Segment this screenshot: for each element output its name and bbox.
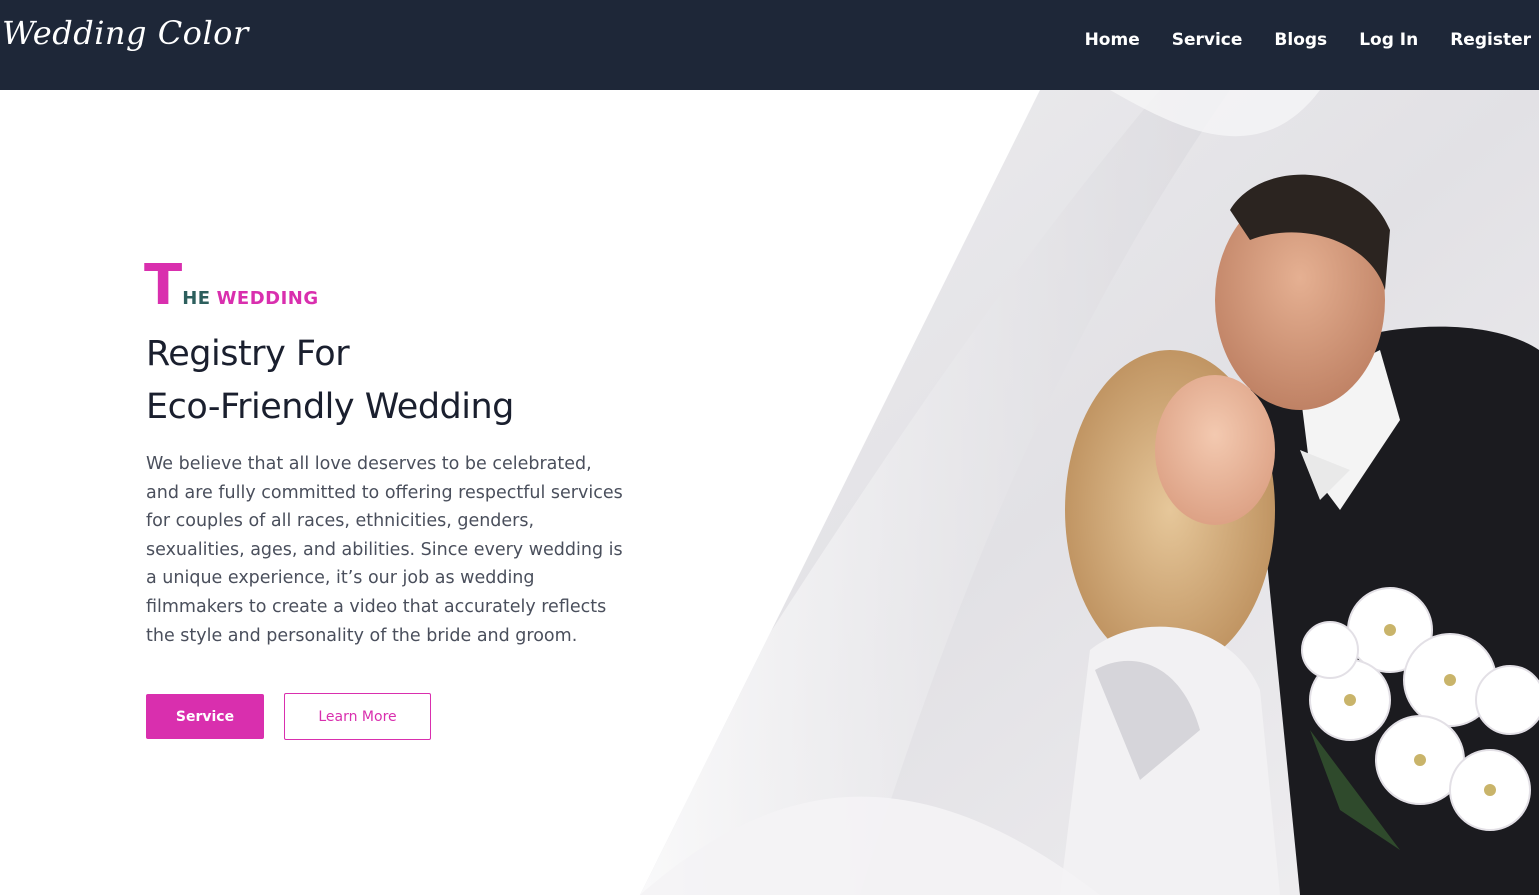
hero-description: We believe that all love deserves to be … (146, 454, 623, 646)
hero-headline: Registry For Eco-Friendly Wedding (146, 328, 636, 434)
eyebrow-initial: T (144, 253, 183, 318)
nav-home-link[interactable]: Home (1085, 30, 1140, 50)
learn-more-button[interactable]: Learn More (284, 693, 431, 740)
headline-line-1: Registry For (146, 334, 350, 374)
hero-content: T HE WEDDING Registry For Eco-Friendly W… (144, 258, 636, 650)
top-navbar: Wedding Color Home Service Blogs Log In … (0, 0, 1539, 90)
nav-blogs-link[interactable]: Blogs (1274, 30, 1327, 50)
hero-eyebrow: T HE WEDDING (144, 258, 636, 318)
eyebrow-part-1: HE (182, 288, 211, 309)
nav-service-link[interactable]: Service (1172, 30, 1243, 50)
headline-line-2: Eco-Friendly Wedding (146, 387, 514, 427)
nav-login-link[interactable]: Log In (1359, 30, 1418, 50)
service-button[interactable]: Service (146, 694, 264, 739)
eyebrow-part-2: WEDDING (216, 288, 319, 309)
nav-register-link[interactable]: Register (1450, 30, 1531, 50)
main-nav: Home Service Blogs Log In Register (1053, 0, 1531, 80)
hero-actions: Service Learn More (146, 693, 431, 740)
brand-logo[interactable]: Wedding Color (2, 14, 249, 52)
